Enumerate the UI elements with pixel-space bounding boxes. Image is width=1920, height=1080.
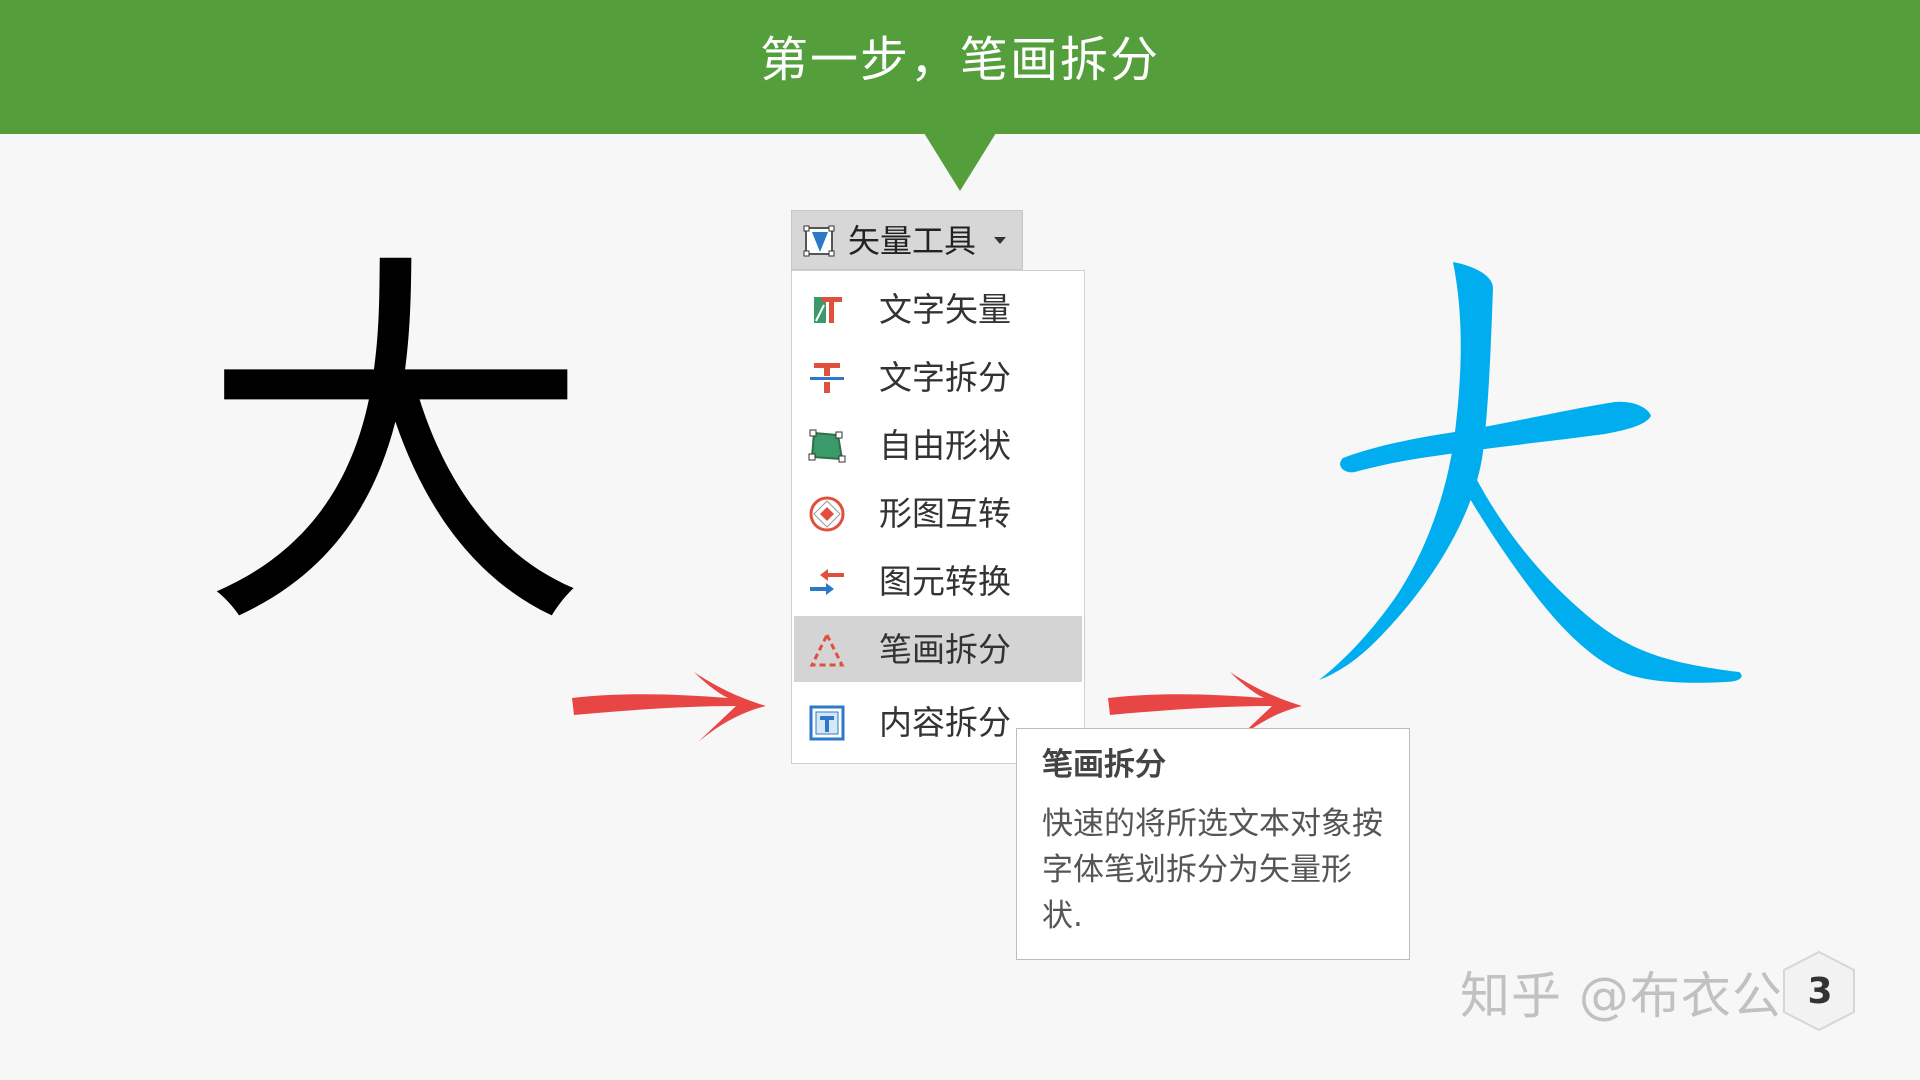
page-number: 3 xyxy=(1807,971,1833,1012)
stroke-split-character xyxy=(1319,262,1742,683)
text-vector-icon xyxy=(814,297,842,323)
free-shape-icon xyxy=(808,429,846,463)
menu-item-element-convert[interactable]: 图元转换 xyxy=(794,548,1082,614)
menu-item-text-vector[interactable]: 文字矢量 xyxy=(794,276,1082,342)
menu-item-label: 文字矢量 xyxy=(879,290,1011,329)
left-arrow-icon xyxy=(572,672,766,742)
vector-tools-label: 矢量工具 xyxy=(848,222,977,260)
menu-item-label: 内容拆分 xyxy=(879,703,1011,742)
text-split-icon xyxy=(810,363,844,393)
content-split-icon xyxy=(809,705,845,741)
vector-tools-icon xyxy=(803,225,835,257)
tooltip-description: 快速的将所选文本对象按字体笔划拆分为矢量形状. xyxy=(1042,806,1383,934)
shape-convert-icon xyxy=(809,496,845,532)
title-banner: 第一步，笔画拆分 xyxy=(0,0,1920,134)
menu-item-text-split[interactable]: 文字拆分 xyxy=(794,344,1082,410)
menu-item-label: 笔画拆分 xyxy=(879,630,1011,669)
tooltip: 笔画拆分 快速的将所选文本对象按字体笔划拆分为矢量形状. xyxy=(1016,728,1410,960)
tooltip-title: 笔画拆分 xyxy=(1042,747,1166,783)
element-convert-icon xyxy=(810,569,844,595)
original-character: 大 xyxy=(200,223,590,677)
menu-item-label: 自由形状 xyxy=(879,426,1011,465)
banner-pointer xyxy=(924,133,996,191)
menu-item-free-shape[interactable]: 自由形状 xyxy=(794,412,1082,478)
vector-tools-menu: 文字矢量 文字拆分 自由形状 形图互转 图元转换 笔画拆分 内容拆分 xyxy=(791,270,1085,764)
menu-item-label: 文字拆分 xyxy=(879,358,1011,397)
menu-item-label: 图元转换 xyxy=(879,562,1011,601)
stroke-split-icon xyxy=(809,631,845,667)
slide-title: 第一步，笔画拆分 xyxy=(759,32,1160,88)
chevron-down-icon xyxy=(994,237,1006,244)
menu-item-shape-convert[interactable]: 形图互转 xyxy=(794,480,1082,546)
vector-tools-button[interactable]: 矢量工具 xyxy=(791,210,1023,270)
menu-item-label: 形图互转 xyxy=(879,494,1011,533)
menu-item-stroke-split[interactable]: 笔画拆分 xyxy=(794,616,1082,682)
